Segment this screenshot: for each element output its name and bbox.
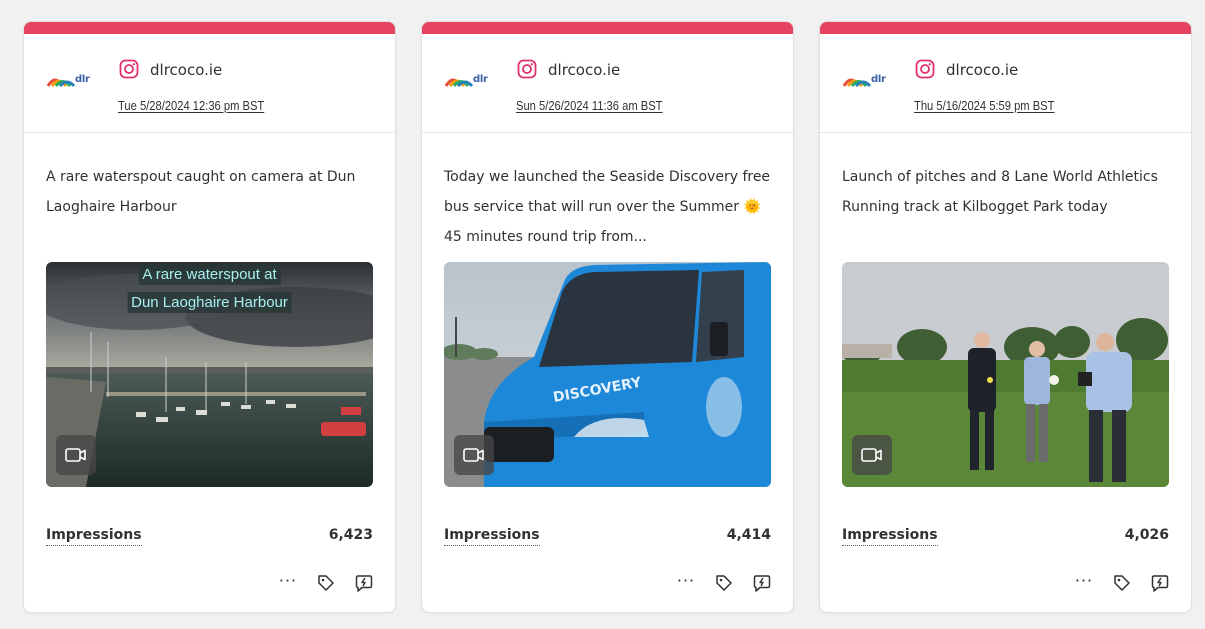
impressions-value: 4,414 bbox=[726, 527, 771, 543]
tag-icon[interactable] bbox=[713, 572, 735, 594]
post-card[interactable]: dlr dlrcoco.ie Tue 5/28/2024 12:36 pm BS… bbox=[23, 21, 396, 613]
account-name[interactable]: dlrcoco.ie bbox=[150, 61, 222, 79]
instagram-icon bbox=[517, 59, 537, 79]
video-icon bbox=[65, 448, 86, 462]
boost-icon[interactable] bbox=[353, 572, 375, 594]
logo-text: dlr bbox=[473, 74, 488, 85]
card-accent-bar bbox=[422, 22, 793, 34]
instagram-icon bbox=[119, 59, 139, 79]
post-card[interactable]: dlr dlrcoco.ie Sun 5/26/2024 11:36 am BS… bbox=[421, 21, 794, 613]
media-overlay-line-1: A rare waterspout at bbox=[138, 264, 281, 285]
dlr-logo: dlr bbox=[444, 70, 498, 94]
card-actions: ··· bbox=[675, 571, 773, 594]
video-badge bbox=[852, 435, 892, 475]
boost-icon[interactable] bbox=[1149, 572, 1171, 594]
impressions-label[interactable]: Impressions bbox=[842, 527, 938, 546]
media-overlay-line-2: Dun Laoghaire Harbour bbox=[127, 292, 292, 313]
tag-icon[interactable] bbox=[1111, 572, 1133, 594]
instagram-icon bbox=[915, 59, 935, 79]
dlr-logo: dlr bbox=[46, 70, 100, 94]
dlr-logo: dlr bbox=[842, 70, 896, 94]
post-date-link[interactable]: Sun 5/26/2024 11:36 am BST bbox=[516, 98, 662, 113]
account-name[interactable]: dlrcoco.ie bbox=[548, 61, 620, 79]
card-header: dlr dlrcoco.ie Tue 5/28/2024 12:36 pm BS… bbox=[24, 34, 395, 133]
card-actions: ··· bbox=[1073, 571, 1171, 594]
card-header: dlr dlrcoco.ie Thu 5/16/2024 5:59 pm BST bbox=[820, 34, 1191, 133]
post-caption: Today we launched the Seaside Discovery … bbox=[444, 169, 771, 245]
logo-text: dlr bbox=[871, 74, 886, 85]
post-caption: Launch of pitches and 8 Lane World Athle… bbox=[842, 169, 1158, 215]
post-date-link[interactable]: Thu 5/16/2024 5:59 pm BST bbox=[914, 98, 1054, 113]
card-accent-bar bbox=[820, 22, 1191, 34]
account-name[interactable]: dlrcoco.ie bbox=[946, 61, 1018, 79]
impressions-label[interactable]: Impressions bbox=[46, 527, 142, 546]
impressions-value: 4,026 bbox=[1124, 527, 1169, 543]
card-header: dlr dlrcoco.ie Sun 5/26/2024 11:36 am BS… bbox=[422, 34, 793, 133]
video-icon bbox=[463, 448, 484, 462]
tag-icon[interactable] bbox=[315, 572, 337, 594]
video-icon bbox=[861, 448, 882, 462]
more-icon[interactable]: ··· bbox=[1073, 571, 1095, 594]
video-badge bbox=[454, 435, 494, 475]
logo-text: dlr bbox=[75, 74, 90, 85]
post-media[interactable]: DISCOVERY bbox=[444, 262, 771, 487]
boost-icon[interactable] bbox=[751, 572, 773, 594]
post-media[interactable] bbox=[842, 262, 1169, 487]
impressions-value: 6,423 bbox=[328, 527, 373, 543]
post-card[interactable]: dlr dlrcoco.ie Thu 5/16/2024 5:59 pm BST… bbox=[819, 21, 1192, 613]
post-date-link[interactable]: Tue 5/28/2024 12:36 pm BST bbox=[118, 98, 264, 113]
post-cards-grid: dlr dlrcoco.ie Tue 5/28/2024 12:36 pm BS… bbox=[0, 0, 1205, 629]
card-actions: ··· bbox=[277, 571, 375, 594]
video-badge bbox=[56, 435, 96, 475]
post-media[interactable]: A rare waterspout at Dun Laoghaire Harbo… bbox=[46, 262, 373, 487]
impressions-label[interactable]: Impressions bbox=[444, 527, 540, 546]
more-icon[interactable]: ··· bbox=[277, 571, 299, 594]
card-accent-bar bbox=[24, 22, 395, 34]
more-icon[interactable]: ··· bbox=[675, 571, 697, 594]
post-caption: A rare waterspout caught on camera at Du… bbox=[46, 169, 356, 215]
